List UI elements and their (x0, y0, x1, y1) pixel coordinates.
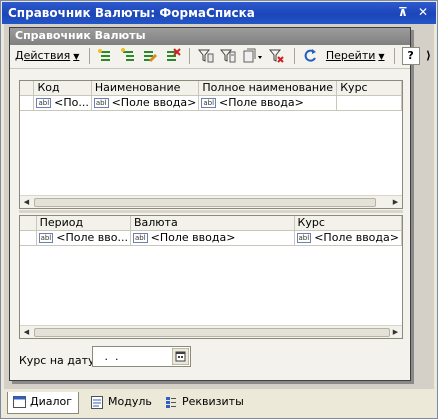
text-field-icon: abl (296, 233, 312, 243)
rate-date-value: . . (101, 350, 122, 363)
table-header-row: Период Валюта Курс (20, 216, 403, 231)
column-header-rate[interactable]: Курс (294, 216, 403, 231)
scroll-left-icon[interactable]: ◀ (21, 197, 32, 208)
row-header-cell (20, 216, 37, 231)
refresh-icon[interactable] (301, 47, 319, 65)
table-cell[interactable]: abl <Поле ввода> (130, 230, 295, 246)
column-header-rate[interactable]: Курс (336, 81, 402, 96)
tab-attributes[interactable]: Реквизиты (160, 392, 250, 414)
table-header-row: Код Наименование Полное наименование Кур… (20, 81, 402, 96)
tab-dialog[interactable]: Диалог (7, 392, 80, 414)
calendar-icon[interactable] (171, 347, 190, 366)
table-cell[interactable]: abl <Поле ввода> (198, 95, 338, 111)
scroll-thumb[interactable] (34, 328, 390, 337)
toolbar-separator (293, 48, 295, 64)
table-splitter[interactable] (19, 210, 403, 213)
filter-by-value-icon[interactable] (219, 47, 237, 65)
attributes-icon (165, 396, 177, 412)
text-field-icon: abl (93, 98, 109, 108)
design-canvas: Справочник Валюты Действия ▼ Перейти ▼ ?… (4, 24, 434, 389)
filter-icon[interactable] (197, 47, 215, 65)
column-header-full-name[interactable]: Полное наименование (198, 81, 338, 96)
close-icon[interactable]: ✕ (416, 5, 430, 19)
add-icon[interactable] (96, 47, 114, 65)
help-button[interactable]: ? (401, 47, 420, 65)
currencies-table[interactable]: Код Наименование Полное наименование Кур… (19, 80, 403, 209)
rates-table[interactable]: Период Валюта Курс abl <Поле вво... abl <П… (19, 215, 403, 339)
toolbar-separator (88, 48, 90, 64)
module-icon (91, 396, 103, 412)
table-row[interactable]: abl <Поле вво... abl <Поле ввода> abl <Поле… (20, 230, 403, 246)
text-field-icon: abl (36, 98, 52, 108)
horizontal-scrollbar[interactable]: ◀ ▶ (20, 195, 402, 208)
toolbar-overflow-icon[interactable]: ⟩ (426, 47, 431, 65)
table-row[interactable]: abl <По... abl <Поле ввода> abl <Поле ввода… (20, 95, 402, 111)
designer-tabs: Диалог Модуль Реквизиты (4, 391, 434, 415)
add-group-icon[interactable] (119, 47, 137, 65)
text-field-icon: abl (201, 98, 217, 108)
clear-filter-icon[interactable] (268, 47, 286, 65)
chevron-down-icon: ▼ (378, 52, 385, 61)
designer-window: Справочник Валюты: ФормаСписка ⊼ ✕ Справ… (0, 0, 438, 419)
window-titlebar[interactable]: Справочник Валюты: ФормаСписка ⊼ ✕ (2, 2, 436, 24)
scroll-right-icon[interactable]: ▶ (390, 197, 401, 208)
window-title: Справочник Валюты: ФормаСписка (8, 6, 255, 20)
scroll-left-icon[interactable]: ◀ (21, 327, 32, 338)
filter-history-icon[interactable] (242, 47, 264, 65)
scroll-right-icon[interactable]: ▶ (390, 327, 401, 338)
table-cell[interactable]: abl <Поле ввода> (294, 230, 403, 246)
column-header-currency[interactable]: Валюта (130, 216, 295, 231)
table-cell[interactable]: abl <Поле ввода> (91, 95, 200, 111)
rate-date-label: Курс на дату: (19, 354, 99, 367)
table-cell[interactable]: abl <По... (33, 95, 92, 111)
column-header-name[interactable]: Наименование (91, 81, 200, 96)
dialog-icon (13, 396, 26, 411)
goto-menu[interactable]: Перейти ▼ (324, 47, 387, 65)
rate-date-field[interactable]: . . (92, 346, 191, 367)
tab-module[interactable]: Модуль (86, 392, 158, 414)
edit-icon[interactable] (141, 47, 159, 65)
row-header-cell (20, 230, 37, 246)
list-form: Справочник Валюты Действия ▼ Перейти ▼ ?… (9, 27, 431, 381)
toolbar-separator (394, 48, 396, 64)
actions-menu[interactable]: Действия ▼ (13, 47, 81, 65)
table-cell[interactable]: abl <Поле вво... (36, 230, 131, 246)
row-header-cell (20, 81, 35, 96)
row-header-cell (20, 95, 35, 111)
column-header-period[interactable]: Период (36, 216, 131, 231)
horizontal-scrollbar[interactable]: ◀ ▶ (20, 325, 402, 338)
delete-mark-icon[interactable] (164, 47, 182, 65)
column-header-code[interactable]: Код (33, 81, 92, 96)
scroll-thumb[interactable] (34, 198, 376, 207)
table-cell[interactable] (336, 95, 402, 111)
pin-icon[interactable]: ⊼ (396, 5, 410, 19)
toolbar-separator (189, 48, 191, 64)
chevron-down-icon: ▼ (73, 52, 80, 61)
form-title: Справочник Валюты (10, 28, 410, 45)
text-field-icon: abl (132, 233, 148, 243)
text-field-icon: abl (38, 233, 54, 243)
form-toolbar: Действия ▼ Перейти ▼ ? ⟩ (10, 45, 431, 69)
